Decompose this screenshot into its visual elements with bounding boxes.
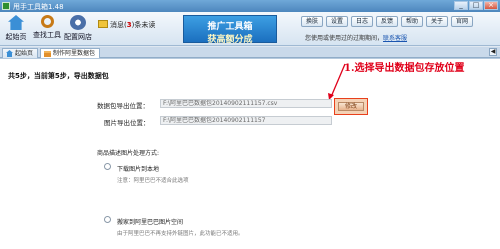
find-tool[interactable]: 查找工具 bbox=[32, 15, 62, 40]
image-export-label: 图片导出位置： bbox=[104, 119, 150, 127]
content-panel: 共5步，当前第5步，导出数据包 1.选择导出数据包存放位置 数据包导出位置： F… bbox=[0, 58, 500, 249]
download-images-note: 注意：阿里巴巴不适合此选项 bbox=[117, 178, 189, 184]
promo-line-1: 推广工具箱 bbox=[207, 22, 253, 32]
configure-shop-label: 配置网店 bbox=[64, 33, 92, 41]
tab-make-alibaba-package[interactable]: 制作阿里数据包 bbox=[40, 48, 101, 58]
window-controls: _ □ × bbox=[454, 1, 498, 10]
home-icon bbox=[8, 15, 24, 30]
promo-line-2: 获高额分成 bbox=[207, 35, 253, 45]
configure-shop-tool[interactable]: 配置网店 bbox=[63, 15, 93, 42]
main-toolbar: 起始页 查找工具 配置网店 消息(3)条未读 推广工具箱 获高额分成 换肤 设置… bbox=[0, 12, 500, 46]
package-export-label: 数据包导出位置： bbox=[97, 102, 149, 110]
skin-button[interactable]: 换肤 bbox=[301, 16, 323, 27]
annotation-arrow bbox=[328, 63, 346, 100]
move-to-image-space-note: 由于阿里巴巴不再支持外链图片，此功能已不适用。 bbox=[117, 231, 244, 237]
start-page-label: 起始页 bbox=[5, 33, 27, 41]
start-page-tool[interactable]: 起始页 bbox=[1, 15, 31, 42]
promo-banner[interactable]: 推广工具箱 获高额分成 bbox=[183, 15, 277, 45]
tab-bar: 起始页 制作阿里数据包 ◀ bbox=[0, 47, 500, 58]
find-tool-label: 查找工具 bbox=[33, 31, 61, 39]
maximize-button[interactable]: □ bbox=[469, 1, 483, 10]
help-button[interactable]: 帮助 bbox=[401, 16, 423, 27]
image-handling-title: 商品描述图片处理方式: bbox=[97, 150, 160, 157]
modify-button[interactable]: 修改 bbox=[338, 102, 364, 111]
image-export-path-field[interactable]: F:\阿里巴巴数据包20140902111157 bbox=[160, 116, 332, 125]
download-images-label: 下载图片到本地 bbox=[117, 166, 160, 173]
package-export-path-field[interactable]: F:\阿里巴巴数据包20140902111157.csv bbox=[160, 99, 332, 108]
download-images-radio[interactable] bbox=[104, 163, 111, 170]
msg-suffix: )条未读 bbox=[131, 21, 156, 29]
tab-scroll-button[interactable]: ◀ bbox=[489, 48, 497, 56]
gear-icon bbox=[70, 15, 86, 30]
official-site-button[interactable]: 官网 bbox=[451, 16, 473, 27]
top-button-group: 换肤 设置 日志 反馈 帮助 关于 官网 bbox=[301, 16, 473, 27]
arrow-icon bbox=[328, 63, 346, 100]
window-title: 甩手工具箱1.48 bbox=[13, 3, 64, 11]
search-icon bbox=[40, 15, 54, 28]
msg-prefix: 消息( bbox=[110, 21, 127, 29]
move-to-image-space-radio[interactable] bbox=[104, 216, 111, 223]
about-button[interactable]: 关于 bbox=[426, 16, 448, 27]
instruction-annotation: 1.选择导出数据包存放位置 bbox=[344, 63, 465, 74]
minimize-button[interactable]: _ bbox=[454, 1, 468, 10]
settings-button[interactable]: 设置 bbox=[326, 16, 348, 27]
feedback-button[interactable]: 反馈 bbox=[376, 16, 398, 27]
modify-highlight: 修改 bbox=[334, 98, 368, 115]
title-bar: 甩手工具箱1.48 _ □ × bbox=[0, 0, 500, 12]
envelope-icon bbox=[98, 20, 108, 28]
home-icon bbox=[6, 50, 13, 57]
tab-start-page[interactable]: 起始页 bbox=[2, 48, 39, 58]
close-button[interactable]: × bbox=[484, 1, 498, 10]
tab-start-page-label: 起始页 bbox=[15, 50, 34, 57]
package-icon bbox=[44, 51, 51, 57]
notice-text: 您使用或使用过的过期期间， bbox=[305, 35, 384, 42]
account-notice: 您使用或使用过的过期期间，联系客服 bbox=[305, 33, 495, 42]
step-indicator: 共5步，当前第5步，导出数据包 bbox=[8, 72, 109, 80]
move-to-image-space-label: 搬家到阿里巴巴图片空间 bbox=[117, 219, 184, 226]
tab-make-package-label: 制作阿里数据包 bbox=[53, 50, 96, 57]
unread-messages-link[interactable]: 消息(3)条未读 bbox=[110, 20, 155, 30]
log-button[interactable]: 日志 bbox=[351, 16, 373, 27]
app-logo-icon bbox=[2, 2, 10, 10]
contact-support-link[interactable]: 联系客服 bbox=[383, 35, 407, 42]
